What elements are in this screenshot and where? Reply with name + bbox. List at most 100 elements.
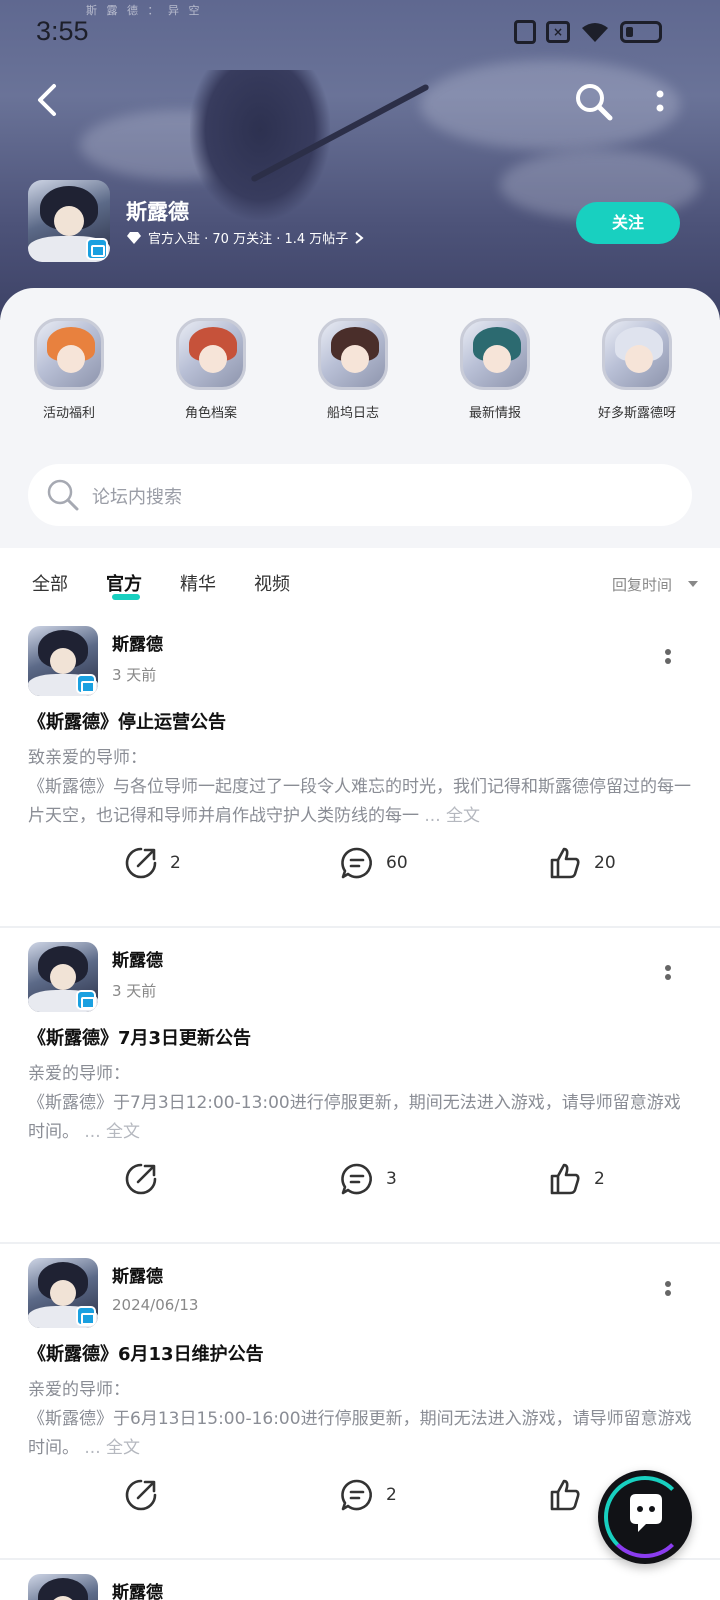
like-action[interactable]: 2 [548, 1162, 605, 1196]
share-action[interactable] [124, 1478, 170, 1512]
read-more-link[interactable]: ... 全文 [79, 1438, 140, 1458]
read-more-link[interactable]: ... 全文 [79, 1122, 140, 1142]
share-icon [125, 1479, 157, 1511]
chat-bubble-icon [630, 1494, 662, 1532]
like-action[interactable]: 20 [548, 846, 616, 880]
gallery-avatar-icon [602, 318, 672, 390]
quick-link-label: 最新情报 [468, 406, 521, 421]
follow-button[interactable]: 关注 [576, 202, 680, 244]
post-title[interactable]: 《斯露德》6月13日维护公告 [28, 1340, 264, 1366]
post-time: 3 天前 [112, 666, 157, 684]
forum-search-input[interactable]: 论坛内搜索 [28, 464, 692, 526]
tab-video[interactable]: 视频 [254, 570, 290, 596]
comment-action[interactable]: 3 [340, 1162, 397, 1196]
author-avatar[interactable] [28, 626, 98, 696]
caret-down-icon [688, 581, 698, 587]
forum-meta[interactable]: 官方入驻 · 70 万关注 · 1.4 万帖子 [126, 228, 364, 247]
comment-action[interactable]: 60 [340, 846, 408, 880]
share-icon [125, 847, 157, 879]
search-icon [576, 84, 613, 121]
post-card[interactable]: 斯露德 3 天前 《斯露德》7月3日更新公告 亲爱的导师： 《斯露德》于7月3日… [0, 928, 720, 1244]
share-icon [125, 1163, 157, 1195]
sim-off-icon: × [546, 21, 570, 43]
forum-panel: 活动福利 角色档案 船坞日志 最新情报 好多斯露德呀 论坛内搜索 [0, 288, 720, 548]
post-title[interactable]: 《斯露德》停止运营公告 [28, 708, 226, 734]
share-action[interactable]: 2 [124, 846, 181, 880]
comment-icon [341, 1163, 372, 1195]
status-bar: 3:55 × [0, 0, 720, 64]
search-icon [47, 479, 79, 511]
search-button[interactable] [574, 82, 614, 122]
forum-meta-text: 官方入驻 · 70 万关注 · 1.4 万帖子 [148, 232, 349, 247]
forum-name: 斯露德 [126, 200, 189, 224]
comment-count: 2 [386, 1485, 397, 1505]
post-title[interactable]: 《斯露德》7月3日更新公告 [28, 1024, 251, 1050]
thumbs-up-icon [550, 1479, 580, 1511]
post-more-icon[interactable] [664, 964, 672, 990]
more-vertical-icon [656, 90, 664, 112]
author-avatar[interactable] [28, 942, 98, 1012]
post-author[interactable]: 斯露德 [112, 630, 163, 655]
quick-link-events[interactable]: 活动福利 [4, 318, 134, 421]
post-more-icon[interactable] [664, 648, 672, 674]
back-button[interactable] [30, 82, 66, 118]
author-avatar[interactable] [28, 1574, 98, 1600]
post-excerpt[interactable]: 亲爱的导师： 《斯露德》于7月3日12:00-13:00进行停服更新，期间无法进… [28, 1060, 696, 1147]
comment-count: 3 [386, 1169, 397, 1189]
chat-fab-button[interactable] [598, 1470, 692, 1564]
post-author[interactable]: 斯露德 [112, 1578, 163, 1600]
post-time: 2024/06/13 [112, 1296, 199, 1314]
quick-link-label: 好多斯露德呀 [597, 406, 676, 421]
post-time: 3 天前 [112, 982, 157, 1000]
news-avatar-icon [460, 318, 530, 390]
quick-link-gallery[interactable]: 好多斯露德呀 [572, 318, 702, 421]
like-count: 2 [594, 1169, 605, 1189]
search-placeholder: 论坛内搜索 [92, 487, 182, 508]
vibrate-icon [514, 20, 536, 44]
status-time: 3:55 [36, 16, 89, 46]
comment-icon [341, 847, 372, 879]
read-more-link[interactable]: ... 全文 [419, 806, 480, 826]
bilibili-badge-icon [76, 990, 96, 1010]
post-card[interactable]: 斯露德 3 天前 《斯露德》停止运营公告 致亲爱的导师： 《斯露德》与各位导师一… [0, 612, 720, 928]
dock-log-avatar-icon [318, 318, 388, 390]
official-diamond-icon [127, 231, 141, 244]
filter-tabs: 全部 官方 精华 视频 回复时间 [0, 548, 720, 612]
quick-link-label: 角色档案 [184, 406, 237, 421]
comment-action[interactable]: 2 [340, 1478, 397, 1512]
quick-link-news[interactable]: 最新情报 [430, 318, 560, 421]
post-body-text: 《斯露德》与各位导师一起度过了一段令人难忘的时光，我们记得和斯露德停留过的每一片… [28, 777, 691, 826]
bilibili-badge-icon [76, 1306, 96, 1326]
like-count: 20 [594, 853, 616, 873]
thumbs-up-icon [550, 847, 580, 879]
quick-link-characters[interactable]: 角色档案 [146, 318, 276, 421]
post-author[interactable]: 斯露德 [112, 1262, 163, 1287]
sort-dropdown[interactable]: 回复时间 [612, 574, 672, 595]
post-card[interactable]: 斯露德 [0, 1560, 720, 1600]
battery-icon [620, 21, 662, 43]
tab-official[interactable]: 官方 [106, 570, 142, 596]
post-excerpt[interactable]: 致亲爱的导师： 《斯露德》与各位导师一起度过了一段令人难忘的时光，我们记得和斯露… [28, 744, 696, 831]
more-options-button[interactable] [648, 86, 672, 116]
like-action[interactable] [548, 1478, 594, 1512]
quick-link-dock-log[interactable]: 船坞日志 [288, 318, 418, 421]
post-author[interactable]: 斯露德 [112, 946, 163, 971]
post-more-icon[interactable] [664, 1280, 672, 1306]
bilibili-badge-icon [86, 238, 108, 260]
post-greeting: 亲爱的导师： [28, 1380, 130, 1400]
character-avatar-icon [176, 318, 246, 390]
author-avatar[interactable] [28, 1258, 98, 1328]
comment-icon [341, 1479, 372, 1511]
post-excerpt[interactable]: 亲爱的导师： 《斯露德》于6月13日15:00-16:00进行停服更新，期间无法… [28, 1376, 696, 1463]
tab-all[interactable]: 全部 [32, 570, 68, 596]
tab-featured[interactable]: 精华 [180, 570, 216, 596]
active-tab-indicator [112, 594, 140, 600]
thumbs-up-icon [550, 1163, 580, 1195]
event-avatar-icon [34, 318, 104, 390]
post-greeting: 亲爱的导师： [28, 1064, 130, 1084]
share-action[interactable] [124, 1162, 170, 1196]
post-greeting: 致亲爱的导师： [28, 748, 147, 768]
bilibili-badge-icon [76, 674, 96, 694]
forum-avatar [28, 180, 110, 262]
quick-link-label: 船坞日志 [326, 406, 379, 421]
